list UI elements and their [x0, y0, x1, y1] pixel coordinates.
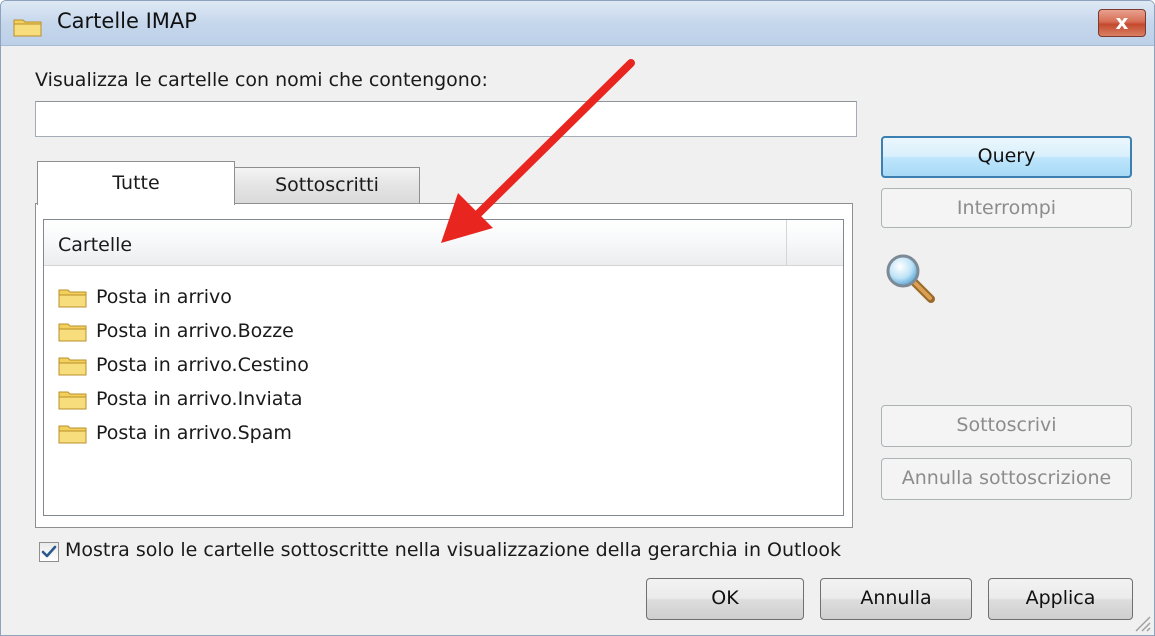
column-separator[interactable] [786, 220, 787, 266]
folder-icon [13, 19, 42, 37]
tab-sottoscritti-label: Sottoscritti [275, 174, 379, 196]
tab-sottoscritti[interactable]: Sottoscritti [234, 167, 420, 203]
interrompi-button[interactable]: Interrompi [881, 188, 1132, 228]
tab-tutte[interactable]: Tutte [37, 161, 235, 205]
tab-tutte-label: Tutte [112, 172, 160, 194]
show-subscribed-checkbox[interactable] [39, 542, 59, 562]
folder-icon [58, 357, 87, 376]
list-item-label: Posta in arrivo.Spam [96, 422, 292, 444]
list-item-label: Posta in arrivo [96, 286, 232, 308]
checkmark-icon [41, 545, 57, 558]
cancel-button[interactable]: Annulla [820, 578, 972, 620]
sottoscrivi-button[interactable]: Sottoscrivi [881, 405, 1132, 447]
folder-list[interactable]: Cartelle Posta in arrivo Posta in arrivo… [43, 219, 844, 516]
magnifier-icon [886, 254, 935, 303]
imap-folders-dialog: Cartelle IMAP x Visualizza le cartelle c… [0, 0, 1155, 636]
query-button[interactable]: Query [881, 136, 1132, 178]
folder-icon [58, 323, 87, 342]
folder-icon [58, 391, 87, 410]
tab-panel: Cartelle Posta in arrivo Posta in arrivo… [35, 203, 853, 528]
window-title: Cartelle IMAP [57, 9, 197, 33]
list-item-label: Posta in arrivo.Cestino [96, 354, 309, 376]
apply-button[interactable]: Applica [988, 578, 1133, 620]
close-icon: x [1115, 10, 1129, 34]
resize-grip-icon[interactable] [1130, 611, 1152, 633]
folder-icon [58, 425, 87, 444]
list-item[interactable]: Posta in arrivo.Cestino [58, 348, 309, 382]
list-header[interactable]: Cartelle [44, 220, 843, 266]
show-subscribed-label[interactable]: Mostra solo le cartelle sottoscritte nel… [65, 539, 841, 561]
list-item[interactable]: Posta in arrivo.Spam [58, 416, 309, 450]
annulla-sottoscrizione-button[interactable]: Annulla sottoscrizione [881, 458, 1132, 500]
close-button[interactable]: x [1098, 9, 1146, 37]
list-item[interactable]: Posta in arrivo.Inviata [58, 382, 309, 416]
column-header-cartelle[interactable]: Cartelle [58, 234, 132, 256]
ok-button[interactable]: OK [646, 578, 804, 620]
filter-input[interactable] [35, 101, 857, 137]
folder-icon [58, 289, 87, 308]
title-bar[interactable]: Cartelle IMAP x [1, 1, 1154, 46]
filter-label: Visualizza le cartelle con nomi che cont… [35, 69, 488, 91]
list-item-label: Posta in arrivo.Inviata [96, 388, 303, 410]
list-item-label: Posta in arrivo.Bozze [96, 320, 294, 342]
list-item[interactable]: Posta in arrivo.Bozze [58, 314, 309, 348]
list-item[interactable]: Posta in arrivo [58, 280, 309, 314]
